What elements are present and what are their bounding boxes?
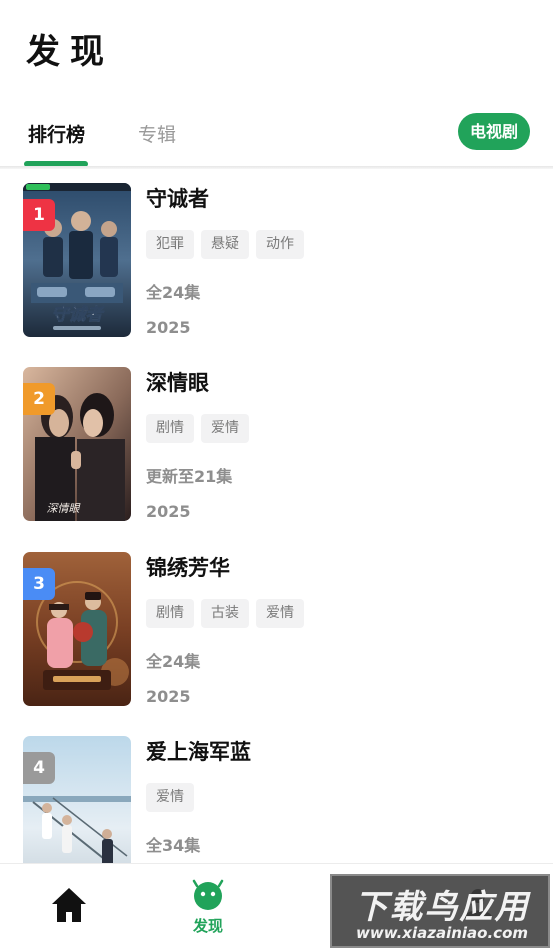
drama-title[interactable]: 守诚者 bbox=[146, 183, 209, 213]
release-year: 2025 bbox=[146, 318, 191, 337]
rank-badge: 1 bbox=[23, 199, 55, 231]
genre-tags: 剧情 爱情 bbox=[146, 414, 249, 443]
drama-title[interactable]: 爱上海军蓝 bbox=[146, 736, 251, 766]
nav-discover-label: 发现 bbox=[192, 917, 223, 935]
poster-title-art: 守诚者 bbox=[52, 305, 106, 325]
rank-badge: 3 bbox=[23, 568, 55, 600]
genre-tags: 犯罪 悬疑 动作 bbox=[146, 230, 304, 259]
watermark-logo-text: 下载鸟应用 bbox=[354, 887, 530, 926]
genre-tag: 爱情 bbox=[201, 414, 249, 443]
episode-count: 全24集 bbox=[146, 652, 201, 671]
home-icon bbox=[52, 888, 86, 922]
discover-icon bbox=[192, 879, 224, 910]
nav-discover-button[interactable]: 发现 bbox=[180, 878, 236, 940]
ranking-item-1[interactable]: 守诚者 1 守诚者 犯罪 悬疑 动作 全24集 2025 bbox=[0, 169, 553, 339]
genre-tag: 古装 bbox=[201, 599, 249, 628]
genre-tag: 犯罪 bbox=[146, 230, 194, 259]
rank-badge: 4 bbox=[23, 752, 55, 784]
genre-tag: 动作 bbox=[256, 230, 304, 259]
ranking-list[interactable]: 守诚者 1 守诚者 犯罪 悬疑 动作 全24集 2025 深情眼 2 深情眼 剧… bbox=[0, 169, 553, 863]
poster-title-art: 深情眼 bbox=[47, 502, 82, 515]
watermark: 下载鸟应用 www.xiazainiao.com bbox=[330, 874, 550, 948]
genre-tag: 爱情 bbox=[146, 783, 194, 812]
episode-count: 全34集 bbox=[146, 836, 201, 855]
release-year: 2025 bbox=[146, 687, 191, 706]
genre-tag: 悬疑 bbox=[201, 230, 249, 259]
tab-ranking[interactable]: 排行榜 bbox=[28, 120, 85, 147]
genre-tags: 剧情 古装 爱情 bbox=[146, 599, 304, 628]
genre-tag: 爱情 bbox=[256, 599, 304, 628]
page-header: 发现 排行榜 专辑 电视剧 bbox=[0, 0, 553, 169]
rank-badge: 2 bbox=[23, 383, 55, 415]
nav-home-button[interactable] bbox=[46, 882, 92, 928]
category-tv-button[interactable]: 电视剧 bbox=[457, 113, 530, 150]
episode-count: 全24集 bbox=[146, 283, 201, 302]
ranking-item-3[interactable]: 3 锦绣芳华 剧情 古装 爱情 全24集 2025 bbox=[0, 538, 553, 708]
ranking-item-4[interactable]: 4 爱上海军蓝 爱情 全34集 bbox=[0, 722, 553, 863]
tab-album[interactable]: 专辑 bbox=[138, 120, 176, 147]
drama-title[interactable]: 锦绣芳华 bbox=[146, 552, 230, 582]
episode-count: 更新至21集 bbox=[146, 467, 233, 486]
drama-title[interactable]: 深情眼 bbox=[146, 367, 209, 397]
watermark-url: www.xiazainiao.com bbox=[355, 924, 529, 942]
genre-tag: 剧情 bbox=[146, 414, 194, 443]
genre-tag: 剧情 bbox=[146, 599, 194, 628]
page-title: 发现 bbox=[26, 32, 114, 72]
release-year: 2025 bbox=[146, 502, 191, 521]
ranking-item-2[interactable]: 深情眼 2 深情眼 剧情 爱情 更新至21集 2025 bbox=[0, 353, 553, 523]
genre-tags: 爱情 bbox=[146, 783, 194, 812]
